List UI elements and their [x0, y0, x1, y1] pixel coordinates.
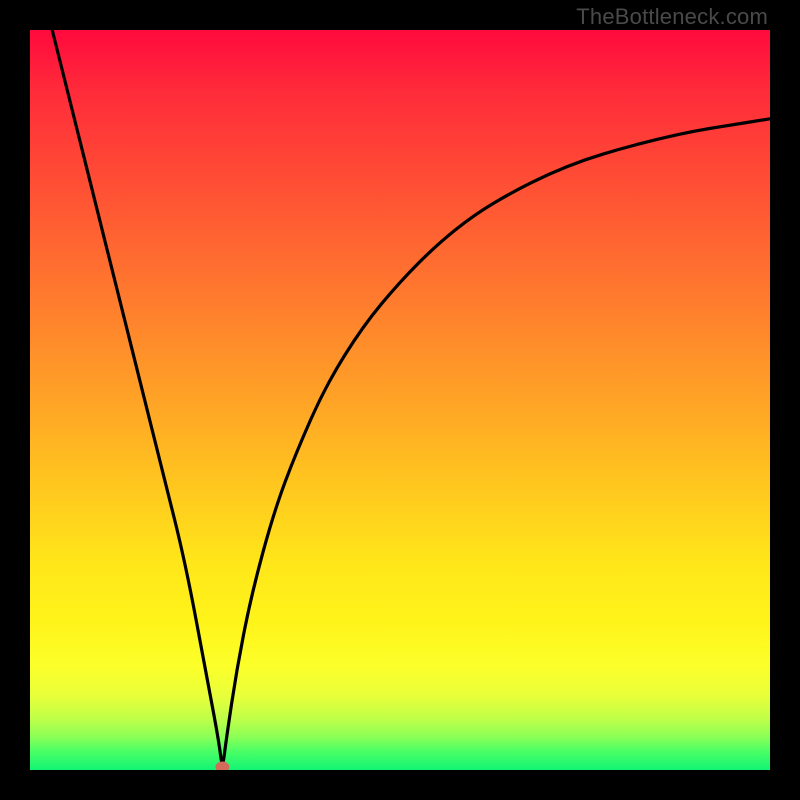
minimum-marker	[215, 762, 229, 771]
plot-area	[30, 30, 770, 770]
curve-layer	[30, 30, 770, 770]
watermark-label: TheBottleneck.com	[576, 4, 768, 30]
bottleneck-curve	[52, 30, 770, 763]
chart-frame: TheBottleneck.com	[0, 0, 800, 800]
